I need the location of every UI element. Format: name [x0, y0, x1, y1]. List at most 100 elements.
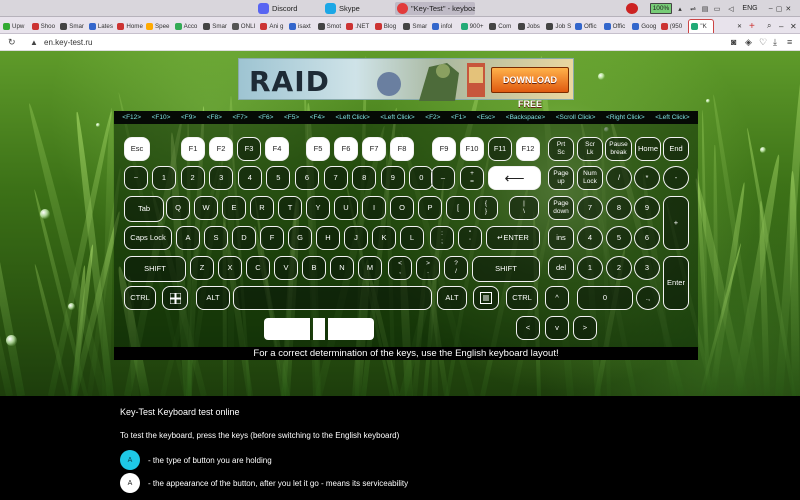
key-end[interactable]: End: [663, 137, 689, 161]
key-c[interactable]: C: [246, 256, 270, 280]
secure-icon[interactable]: ▲: [30, 37, 38, 48]
key-h[interactable]: H: [316, 226, 340, 250]
minimize-icon[interactable]: –: [769, 5, 773, 12]
url-field[interactable]: en.key-test.ru: [44, 37, 92, 48]
key-f6[interactable]: F6: [334, 137, 358, 161]
key-backslash[interactable]: | \: [509, 196, 539, 220]
battery-indicator[interactable]: 100%: [650, 3, 672, 14]
key-down[interactable]: v: [545, 316, 569, 340]
download-free-button[interactable]: DOWNLOAD FREE: [491, 67, 569, 109]
key-np4[interactable]: 4: [577, 226, 603, 250]
browser-tab[interactable]: Com: [488, 19, 515, 33]
taskbar-app-discord[interactable]: Discord: [256, 2, 326, 15]
key-home[interactable]: Home: [635, 137, 661, 161]
browser-tab[interactable]: Ani g: [259, 19, 286, 33]
key-np5[interactable]: 5: [606, 226, 632, 250]
key-n[interactable]: N: [330, 256, 354, 280]
key-np7[interactable]: 7: [577, 196, 603, 220]
key-np-dot[interactable]: .,: [636, 286, 660, 310]
key-n8[interactable]: 8: [352, 166, 377, 190]
browser-tab[interactable]: .NET: [345, 19, 372, 33]
browser-tab[interactable]: Lates: [88, 19, 115, 33]
tray-arrow-icon[interactable]: ▴: [676, 3, 684, 14]
maximize-icon[interactable]: ▢: [776, 5, 783, 13]
key-backspace[interactable]: ⟵: [488, 166, 541, 190]
key-pgdn[interactable]: Page down: [548, 196, 574, 220]
browser-tab[interactable]: Smar: [59, 19, 86, 33]
key-p[interactable]: P: [418, 196, 442, 220]
key-k[interactable]: K: [372, 226, 396, 250]
key-menu[interactable]: [473, 286, 499, 310]
key-n9[interactable]: 9: [380, 166, 405, 190]
browser-tab[interactable]: isaxt: [288, 19, 315, 33]
key-scrlk[interactable]: Scr Lk: [577, 137, 603, 161]
key-f9[interactable]: F9: [432, 137, 456, 161]
key-np1[interactable]: 1: [577, 256, 603, 280]
key-n0[interactable]: 0: [409, 166, 434, 190]
key-j[interactable]: J: [344, 226, 368, 250]
key-lbracket[interactable]: [: [446, 196, 470, 220]
key-semicolon[interactable]: :;: [430, 226, 454, 250]
key-left[interactable]: <: [516, 316, 540, 340]
key-v[interactable]: V: [274, 256, 298, 280]
key-f3[interactable]: F3: [237, 137, 261, 161]
key-w[interactable]: W: [194, 196, 218, 220]
key-np8[interactable]: 8: [606, 196, 632, 220]
browser-tab[interactable]: Job S: [545, 19, 572, 33]
browser-tab[interactable]: Blog: [374, 19, 401, 33]
reload-icon[interactable]: ↻: [8, 37, 16, 48]
key-up[interactable]: ^: [545, 286, 569, 310]
key-minus[interactable]: –: [431, 166, 455, 190]
key-f12[interactable]: F12: [516, 137, 540, 161]
key-tab[interactable]: Tab: [124, 196, 164, 222]
browser-tab[interactable]: Home: [116, 19, 143, 33]
key-rshift[interactable]: SHIFT: [472, 256, 540, 282]
key-q[interactable]: Q: [166, 196, 190, 220]
key-g[interactable]: G: [288, 226, 312, 250]
key-o[interactable]: O: [390, 196, 414, 220]
key-np2[interactable]: 2: [606, 256, 632, 280]
key-n4[interactable]: 4: [237, 166, 262, 190]
key-rctrl[interactable]: CTRL: [506, 286, 538, 310]
key-lshift[interactable]: SHIFT: [124, 256, 186, 282]
key-right[interactable]: >: [573, 316, 597, 340]
key-r[interactable]: R: [250, 196, 274, 220]
key-np-enter[interactable]: Enter: [663, 256, 689, 310]
key-enter[interactable]: ↵ENTER: [486, 226, 540, 250]
advertisement-banner[interactable]: RAID DOWNLOAD FREE: [238, 58, 574, 109]
key-n6[interactable]: 6: [295, 166, 319, 190]
key-n5[interactable]: 5: [266, 166, 291, 190]
key-u[interactable]: U: [334, 196, 358, 220]
key-lalt[interactable]: ALT: [196, 286, 230, 310]
key-period[interactable]: >.: [416, 256, 440, 280]
key-np0[interactable]: 0: [577, 286, 633, 310]
language-indicator[interactable]: ENG: [741, 3, 759, 14]
key-f2[interactable]: F2: [209, 137, 233, 161]
browser-tab[interactable]: Acco: [174, 19, 201, 33]
antivirus-icon[interactable]: [626, 3, 638, 14]
key-pgup[interactable]: Page up: [548, 166, 574, 190]
browser-tab[interactable]: 900+: [460, 19, 487, 33]
key-capslock[interactable]: Caps Lock: [124, 226, 172, 250]
notification-icon[interactable]: ▭: [712, 3, 722, 14]
browser-tab[interactable]: infol: [431, 19, 458, 33]
browser-tab[interactable]: (950: [660, 19, 687, 33]
key-np9[interactable]: 9: [634, 196, 660, 220]
key-t[interactable]: T: [278, 196, 302, 220]
key-b[interactable]: B: [302, 256, 326, 280]
key-f10[interactable]: F10: [460, 137, 484, 161]
browser-tab[interactable]: "K: [688, 19, 715, 33]
network-icon[interactable]: ▤: [700, 3, 710, 14]
browser-tab[interactable]: Offic: [603, 19, 630, 33]
browser-tab[interactable]: ONLI: [231, 19, 258, 33]
key-np-star[interactable]: *: [634, 166, 660, 190]
key-numlock[interactable]: Num Lock: [577, 166, 603, 190]
minimize-icon[interactable]: –: [778, 19, 788, 33]
browser-tab[interactable]: Smar: [402, 19, 429, 33]
browser-tab[interactable]: Spee: [145, 19, 172, 33]
shield-icon[interactable]: ◈: [745, 37, 752, 48]
key-n3[interactable]: 3: [209, 166, 234, 190]
taskbar-app-skype[interactable]: Skype: [323, 2, 393, 15]
key-del[interactable]: del: [548, 256, 574, 280]
browser-tab[interactable]: Smar: [202, 19, 229, 33]
